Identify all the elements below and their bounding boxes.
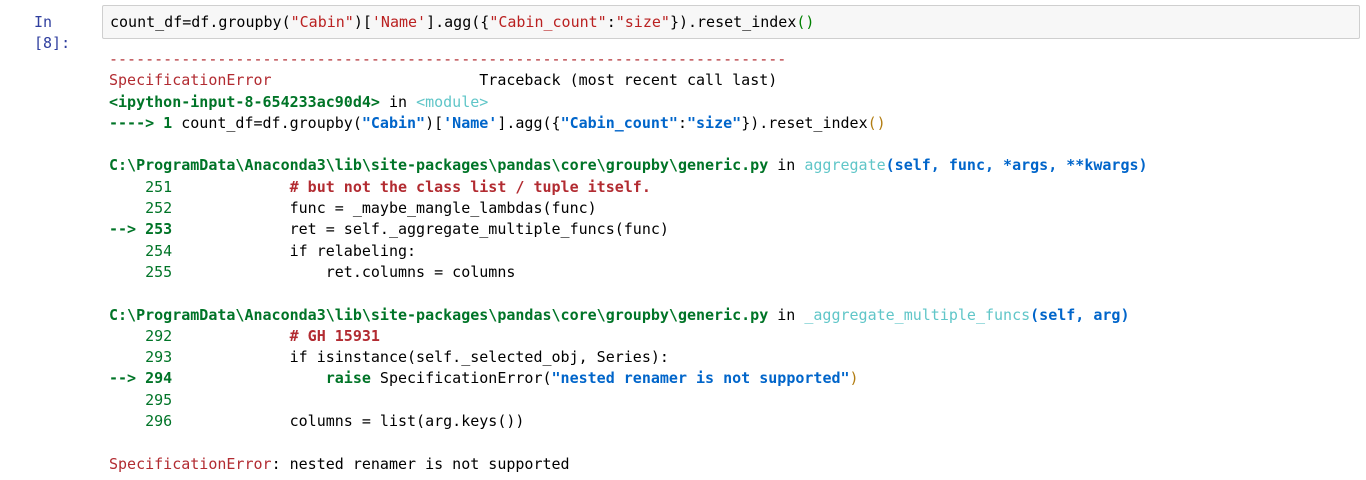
code-text: func = _maybe_mangle_lambdas(func): [181, 199, 597, 218]
code-token: ].agg({: [426, 13, 490, 31]
line-marker: --> 253: [109, 220, 182, 239]
source-line: 252 func = _maybe_mangle_lambdas(func): [109, 198, 1148, 219]
code-text: SpecificationError(: [370, 369, 552, 388]
code-token: )[: [353, 13, 372, 31]
traceback-arrow-line: ----> 1 count_df=df.groupby("Cabin")['Na…: [109, 113, 1148, 134]
in-word: in: [768, 156, 805, 175]
code-input-editor[interactable]: count_df=df.groupby("Cabin")['Name'].agg…: [102, 5, 1360, 39]
in-word: in: [768, 305, 805, 324]
code-token: :: [677, 113, 687, 132]
code-string: 'Name': [371, 13, 427, 31]
code-keyword: raise: [181, 369, 371, 388]
line-number: 252: [109, 199, 182, 218]
code-token: count_df=df.groupby(: [181, 113, 362, 132]
code-string: "Cabin": [290, 13, 354, 31]
code-string: "nested renamer is not supported": [551, 369, 850, 388]
line-marker: ----> 1: [109, 113, 182, 132]
code-text: ret = self._aggregate_multiple_funcs(fun…: [181, 220, 669, 239]
line-number: 251: [109, 177, 182, 196]
module-name: <module>: [416, 92, 489, 111]
error-name: SpecificationError: [109, 71, 272, 90]
source-line: 296 columns = list(arg.keys()): [109, 411, 1148, 432]
error-name: SpecificationError: [109, 454, 272, 473]
file-path: C:\ProgramData\Anaconda3\lib\site-packag…: [109, 156, 769, 175]
input-prompt: In [8]:: [34, 13, 71, 52]
source-line-current: --> 253 ret = self._aggregate_multiple_f…: [109, 219, 1148, 240]
traceback-frame-header: C:\ProgramData\Anaconda3\lib\site-packag…: [109, 305, 1148, 326]
source-line: 292 # GH 15931: [109, 326, 1148, 347]
code-string: "size": [687, 113, 742, 132]
code-token: (): [796, 13, 815, 31]
function-args: (self, func, *args, **kwargs): [885, 156, 1148, 175]
code-text: if isinstance(self._selected_obj, Series…: [181, 348, 669, 367]
line-number: 295: [109, 390, 182, 409]
traceback-frame-header: C:\ProgramData\Anaconda3\lib\site-packag…: [109, 155, 1148, 176]
function-name: aggregate: [804, 156, 886, 175]
function-args: (self, arg): [1030, 305, 1130, 324]
line-marker: --> 294: [109, 369, 182, 388]
function-name: _aggregate_multiple_funcs: [804, 305, 1031, 324]
input-reference: <ipython-input-8-654233ac90d4>: [109, 92, 380, 111]
file-path: C:\ProgramData\Anaconda3\lib\site-packag…: [109, 305, 769, 324]
source-line: 293 if isinstance(self._selected_obj, Se…: [109, 347, 1148, 368]
code-string: 'Name': [443, 113, 498, 132]
code-string: "Cabin_count": [489, 13, 607, 31]
traceback-header: SpecificationError Traceback (most recen…: [109, 70, 1148, 91]
final-error-line: SpecificationError: nested renamer is no…: [109, 454, 1148, 475]
source-line: 254 if relabeling:: [109, 241, 1148, 262]
code-text: columns = list(arg.keys()): [181, 412, 525, 431]
traceback-title: Traceback (most recent call last): [479, 71, 778, 90]
traceback-frame-module: <ipython-input-8-654233ac90d4> in <modul…: [109, 92, 1148, 113]
line-number: 255: [109, 262, 182, 281]
code-token: )[: [425, 113, 444, 132]
notebook-cell: In [8]: count_df=df.groupby("Cabin")['Na…: [0, 0, 1366, 480]
code-string: "Cabin": [361, 113, 426, 132]
error-message: : nested renamer is not supported: [271, 454, 570, 473]
header-gap: [272, 71, 480, 89]
line-number: 293: [109, 348, 182, 367]
code-token: (): [867, 113, 886, 132]
code-token: }).reset_index: [741, 113, 868, 132]
in-word: in: [379, 92, 417, 111]
code-token: ].agg({: [497, 113, 561, 132]
line-number: 292: [109, 326, 182, 345]
source-line: 295: [109, 390, 1148, 411]
code-comment: # but not the class list / tuple itself.: [181, 177, 651, 196]
source-line: 255 ret.columns = columns: [109, 262, 1148, 283]
code-token: }).reset_index: [669, 13, 797, 31]
line-number: 254: [109, 241, 182, 260]
code-text: ret.columns = columns: [181, 262, 516, 281]
code-token: :: [606, 13, 616, 31]
source-line: 251 # but not the class list / tuple its…: [109, 177, 1148, 198]
traceback-output: ----------------------------------------…: [109, 49, 1148, 475]
code-string: "size": [615, 13, 670, 31]
source-line-current: --> 294 raise SpecificationError("nested…: [109, 368, 1148, 389]
traceback-separator: ----------------------------------------…: [109, 50, 787, 68]
code-string: "Cabin_count": [560, 113, 678, 132]
code-text: if relabeling:: [181, 241, 417, 260]
code-token: count_df=df.groupby(: [110, 13, 291, 31]
line-number: 296: [109, 412, 182, 431]
code-input-line[interactable]: count_df=df.groupby("Cabin")['Name'].agg…: [110, 12, 814, 33]
code-comment: # GH 15931: [181, 326, 380, 345]
code-token: ): [849, 369, 859, 388]
